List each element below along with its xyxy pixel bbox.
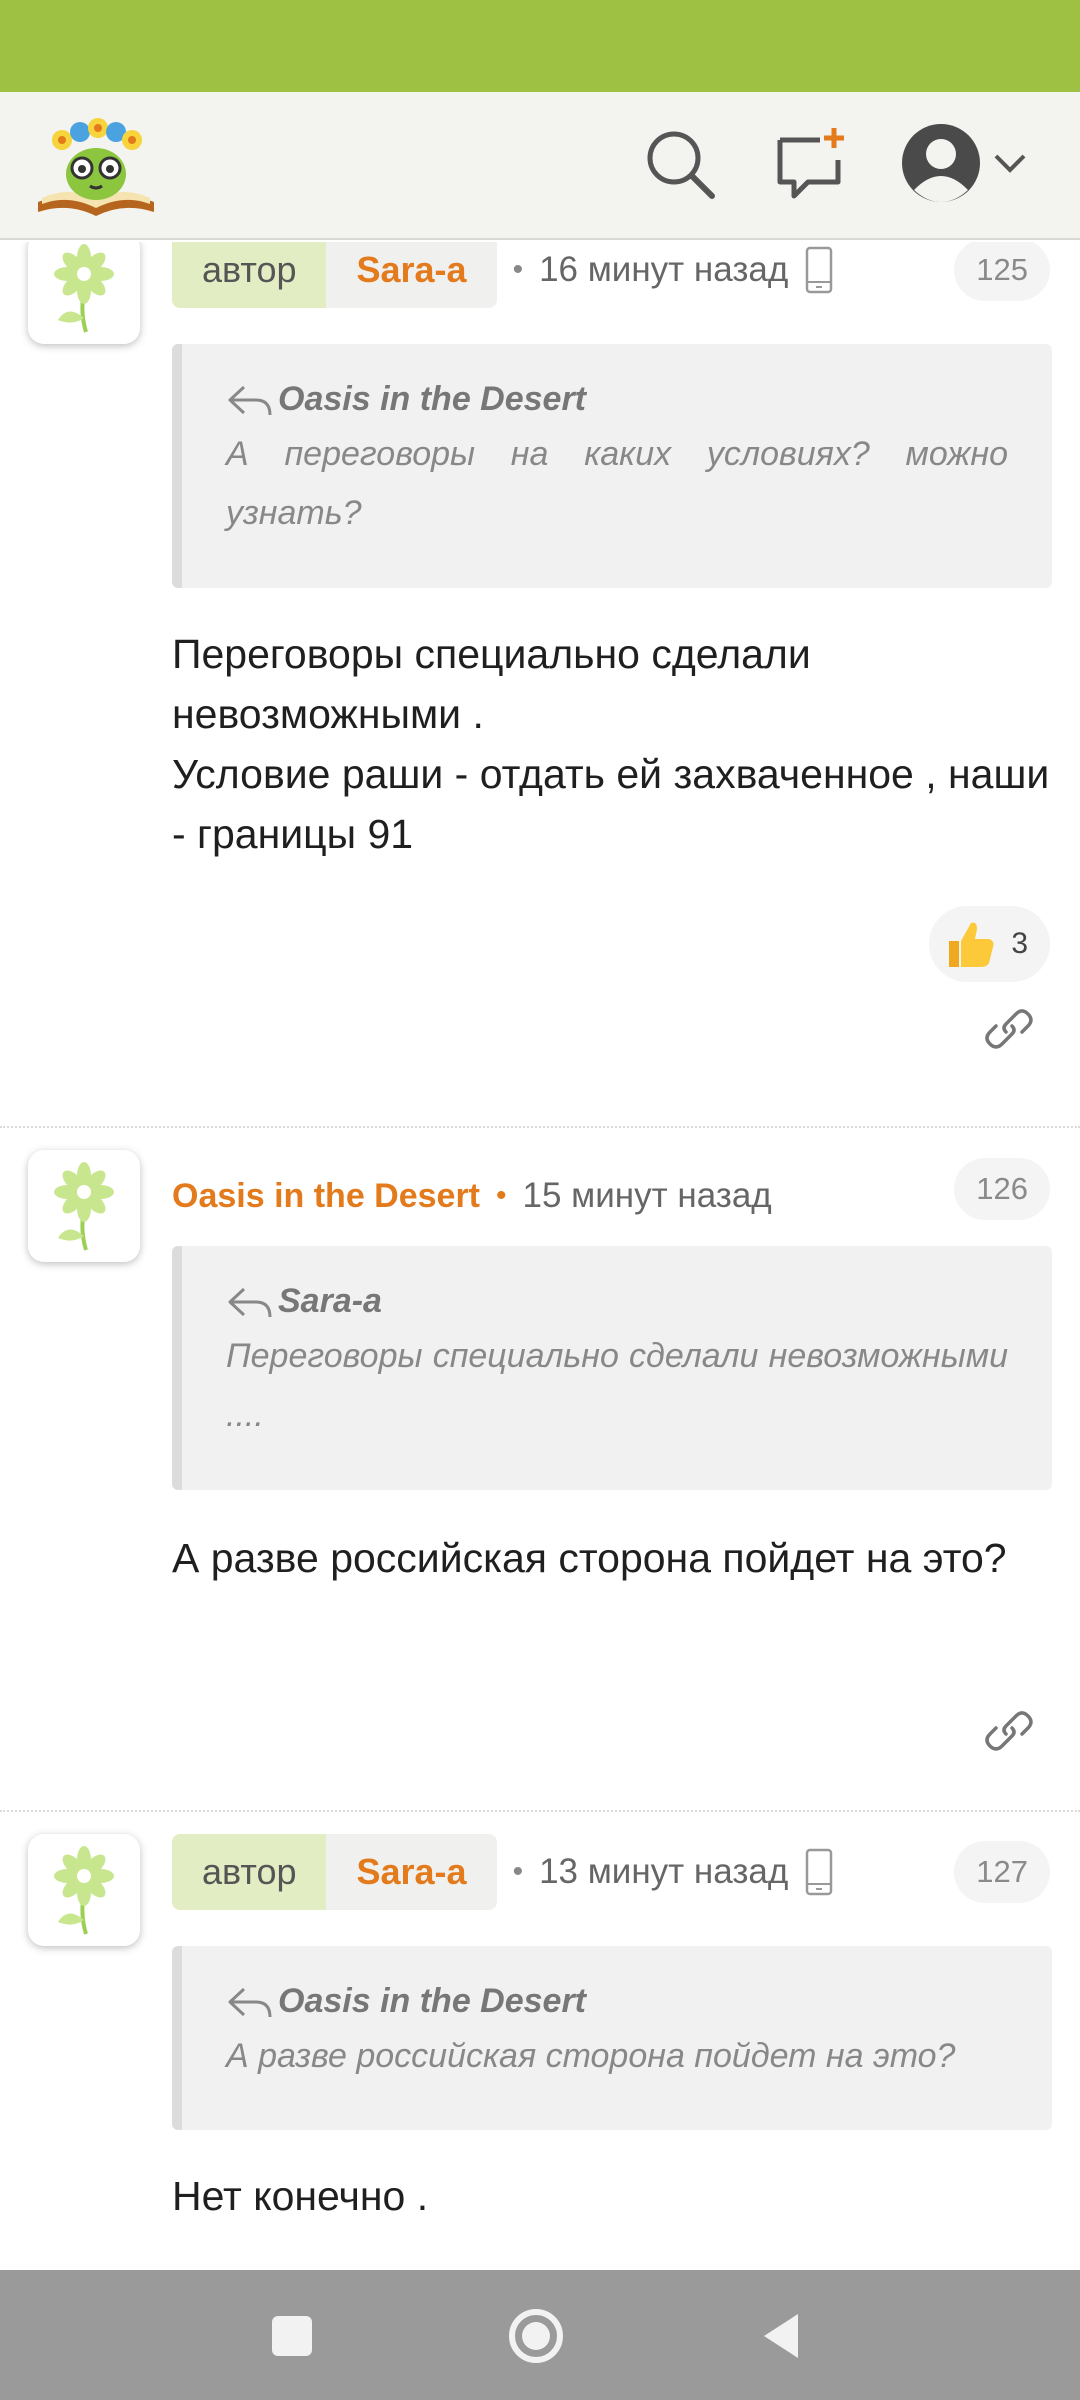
author-tag: автор (172, 1834, 327, 1910)
system-nav-bar (0, 2270, 1080, 2400)
quote-author-name[interactable]: Oasis in the Desert (278, 380, 586, 419)
username-link[interactable]: Sara-a (326, 1834, 497, 1910)
username-link[interactable]: Oasis in the Desert (172, 1177, 480, 1216)
comments-feed: автор Sara-a • 16 минут назад 125 Oasis … (0, 242, 1080, 2270)
mobile-phone-icon (806, 246, 833, 294)
flower-avatar-icon (54, 1846, 114, 1935)
mobile-phone-icon (806, 1848, 833, 1896)
author-tag: автор (172, 242, 327, 308)
new-message-icon[interactable] (772, 126, 848, 202)
reply-arrow-icon (228, 1287, 272, 1317)
timestamp[interactable]: 16 минут назад (539, 250, 788, 290)
comment-number[interactable]: 125 (954, 242, 1050, 301)
comment-meta: автор Sara-a • 16 минут назад (172, 242, 834, 308)
like-count: 3 (1011, 927, 1028, 960)
chevron-down-icon[interactable] (992, 148, 1028, 178)
comment-body: Переговоры специально сделали невозможны… (172, 631, 1050, 857)
quote-text: Переговоры специально сделали невозможны… (226, 1337, 1008, 1434)
quote-block: Sara-a Переговоры специально сделали нев… (172, 1246, 1052, 1490)
quote-text: А переговоры на каких условиях? можно уз… (226, 435, 1008, 532)
comment-post: автор Sara-a • 16 минут назад 125 Oasis … (0, 242, 1080, 1132)
comment-meta: автор Sara-a • 13 минут назад (172, 1834, 834, 1910)
app-header (0, 92, 1080, 240)
reply-arrow-icon (228, 1987, 272, 2017)
back-icon[interactable] (752, 2306, 812, 2366)
timestamp[interactable]: 15 минут назад (523, 1176, 772, 1216)
quote-block: Oasis in the Desert А разве российская с… (172, 1946, 1052, 2130)
avatar[interactable] (28, 1150, 140, 1262)
recent-apps-icon[interactable] (262, 2306, 322, 2366)
quote-author-name[interactable]: Sara-a (278, 1282, 382, 1321)
comment-divider (0, 1810, 1080, 1812)
separator-dot: • (496, 1179, 507, 1212)
home-icon[interactable] (506, 2306, 566, 2366)
flower-avatar-icon (54, 1162, 114, 1251)
comment-meta: Oasis in the Desert • 15 минут назад (172, 1158, 772, 1234)
link-icon[interactable] (984, 1706, 1034, 1756)
comment-body: Нет конечно . (172, 2173, 429, 2219)
comment-body: А разве российская сторона пойдет на это… (172, 1535, 1007, 1581)
avatar[interactable] (28, 242, 140, 344)
site-logo[interactable] (32, 110, 160, 222)
reply-arrow-icon (228, 385, 272, 415)
quote-author-name[interactable]: Oasis in the Desert (278, 1982, 586, 2021)
status-bar (0, 0, 1080, 92)
comment-divider (0, 1126, 1080, 1128)
username-link[interactable]: Sara-a (326, 242, 497, 308)
quote-header: Oasis in the Desert (226, 1982, 1008, 2021)
user-avatar-icon[interactable] (900, 122, 982, 204)
quote-header: Sara-a (226, 1282, 1008, 1321)
timestamp[interactable]: 13 минут назад (539, 1852, 788, 1892)
separator-dot: • (512, 253, 524, 286)
comment-post: Oasis in the Desert • 15 минут назад 126… (0, 1150, 1080, 1910)
comment-post: автор Sara-a • 13 минут назад 127 Oasis … (0, 1834, 1080, 2270)
thumbs-up-icon (949, 922, 994, 967)
avatar[interactable] (28, 1834, 140, 1946)
comment-number[interactable]: 126 (954, 1158, 1050, 1220)
separator-dot: • (512, 1855, 524, 1888)
quote-text: А разве российская сторона пойдет на это… (226, 2037, 956, 2075)
comment-number[interactable]: 127 (954, 1841, 1050, 1903)
link-icon[interactable] (984, 1004, 1034, 1054)
flower-avatar-icon (54, 244, 114, 333)
quote-block: Oasis in the Desert А переговоры на каки… (172, 344, 1052, 588)
like-button[interactable]: 3 (929, 906, 1050, 982)
search-icon[interactable] (642, 126, 718, 202)
quote-header: Oasis in the Desert (226, 380, 1008, 419)
